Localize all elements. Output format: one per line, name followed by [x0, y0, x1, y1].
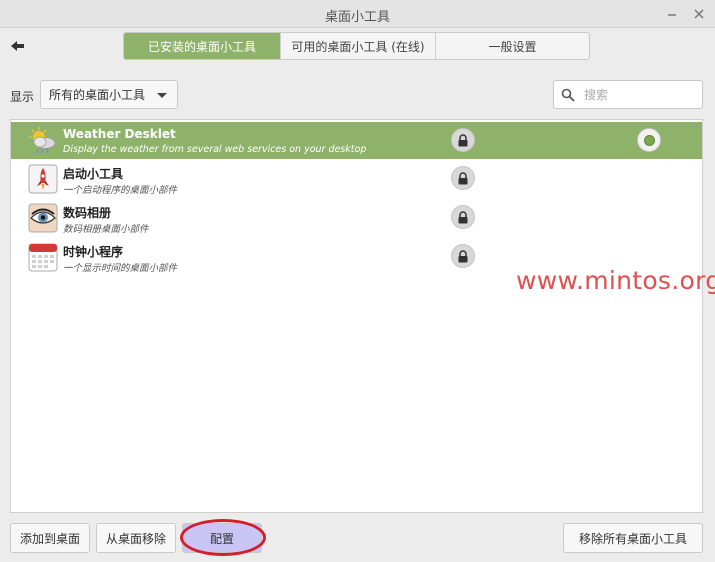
- remove-from-desktop-button[interactable]: 从桌面移除: [96, 523, 176, 553]
- desklet-active-toggle[interactable]: [637, 128, 661, 152]
- window-title: 桌面小工具: [324, 10, 390, 25]
- desklet-list: Weather Desklet Display the weather from…: [10, 119, 703, 513]
- search-box[interactable]: [553, 80, 703, 109]
- calendar-clock-icon: [28, 242, 58, 272]
- search-icon: [554, 81, 582, 108]
- desklet-description: 数码相册桌面小部件: [63, 224, 149, 235]
- desklet-name: 启动小工具: [63, 167, 124, 181]
- tab-bar: 已安装的桌面小工具 可用的桌面小工具 (在线) 一般设置: [123, 32, 590, 60]
- desklet-description: 一个显示时间的桌面小部件: [63, 263, 178, 274]
- desklet-description: 一个启动程序的桌面小部件: [63, 185, 178, 196]
- lock-icon: [451, 205, 475, 229]
- desklet-description: Display the weather from several web ser…: [63, 144, 367, 155]
- add-to-desktop-button[interactable]: 添加到桌面: [10, 523, 90, 553]
- close-button[interactable]: [689, 4, 709, 24]
- remove-all-desklets-button[interactable]: 移除所有桌面小工具: [563, 523, 703, 553]
- desklet-name: Weather Desklet: [63, 127, 176, 141]
- chevron-down-icon: [157, 93, 167, 98]
- configure-button[interactable]: 配置: [182, 523, 262, 553]
- filter-dropdown[interactable]: 所有的桌面小工具: [40, 80, 178, 109]
- photo-frame-eye-icon: [28, 203, 58, 233]
- tab-installed[interactable]: 已安装的桌面小工具: [124, 33, 281, 59]
- lock-icon: [451, 128, 475, 152]
- desklet-row-launcher[interactable]: 启动小工具 一个启动程序的桌面小部件: [11, 160, 702, 197]
- close-icon: [694, 9, 704, 19]
- desklet-row-weather[interactable]: Weather Desklet Display the weather from…: [11, 122, 702, 159]
- desklet-name: 时钟小程序: [63, 245, 124, 259]
- weather-icon: [28, 126, 58, 156]
- filter-label: 显示: [10, 90, 35, 104]
- tab-available-online[interactable]: 可用的桌面小工具 (在线): [281, 33, 436, 59]
- back-arrow-icon: [11, 41, 24, 51]
- desklet-name: 数码相册: [63, 206, 112, 220]
- active-indicator-icon: [643, 134, 655, 146]
- minimize-icon: [668, 14, 676, 16]
- filter-selected-value: 所有的桌面小工具: [49, 88, 146, 102]
- tab-general-settings[interactable]: 一般设置: [436, 33, 589, 59]
- launcher-rocket-icon: [28, 164, 58, 194]
- watermark-text: www.mintos.org: [516, 266, 715, 295]
- lock-icon: [451, 166, 475, 190]
- desklet-row-photo-frame[interactable]: 数码相册 数码相册桌面小部件: [11, 199, 702, 236]
- back-button[interactable]: [8, 36, 28, 56]
- search-input[interactable]: [582, 86, 692, 103]
- minimize-button[interactable]: [662, 4, 682, 24]
- lock-icon: [451, 244, 475, 268]
- title-bar: 桌面小工具: [0, 0, 715, 28]
